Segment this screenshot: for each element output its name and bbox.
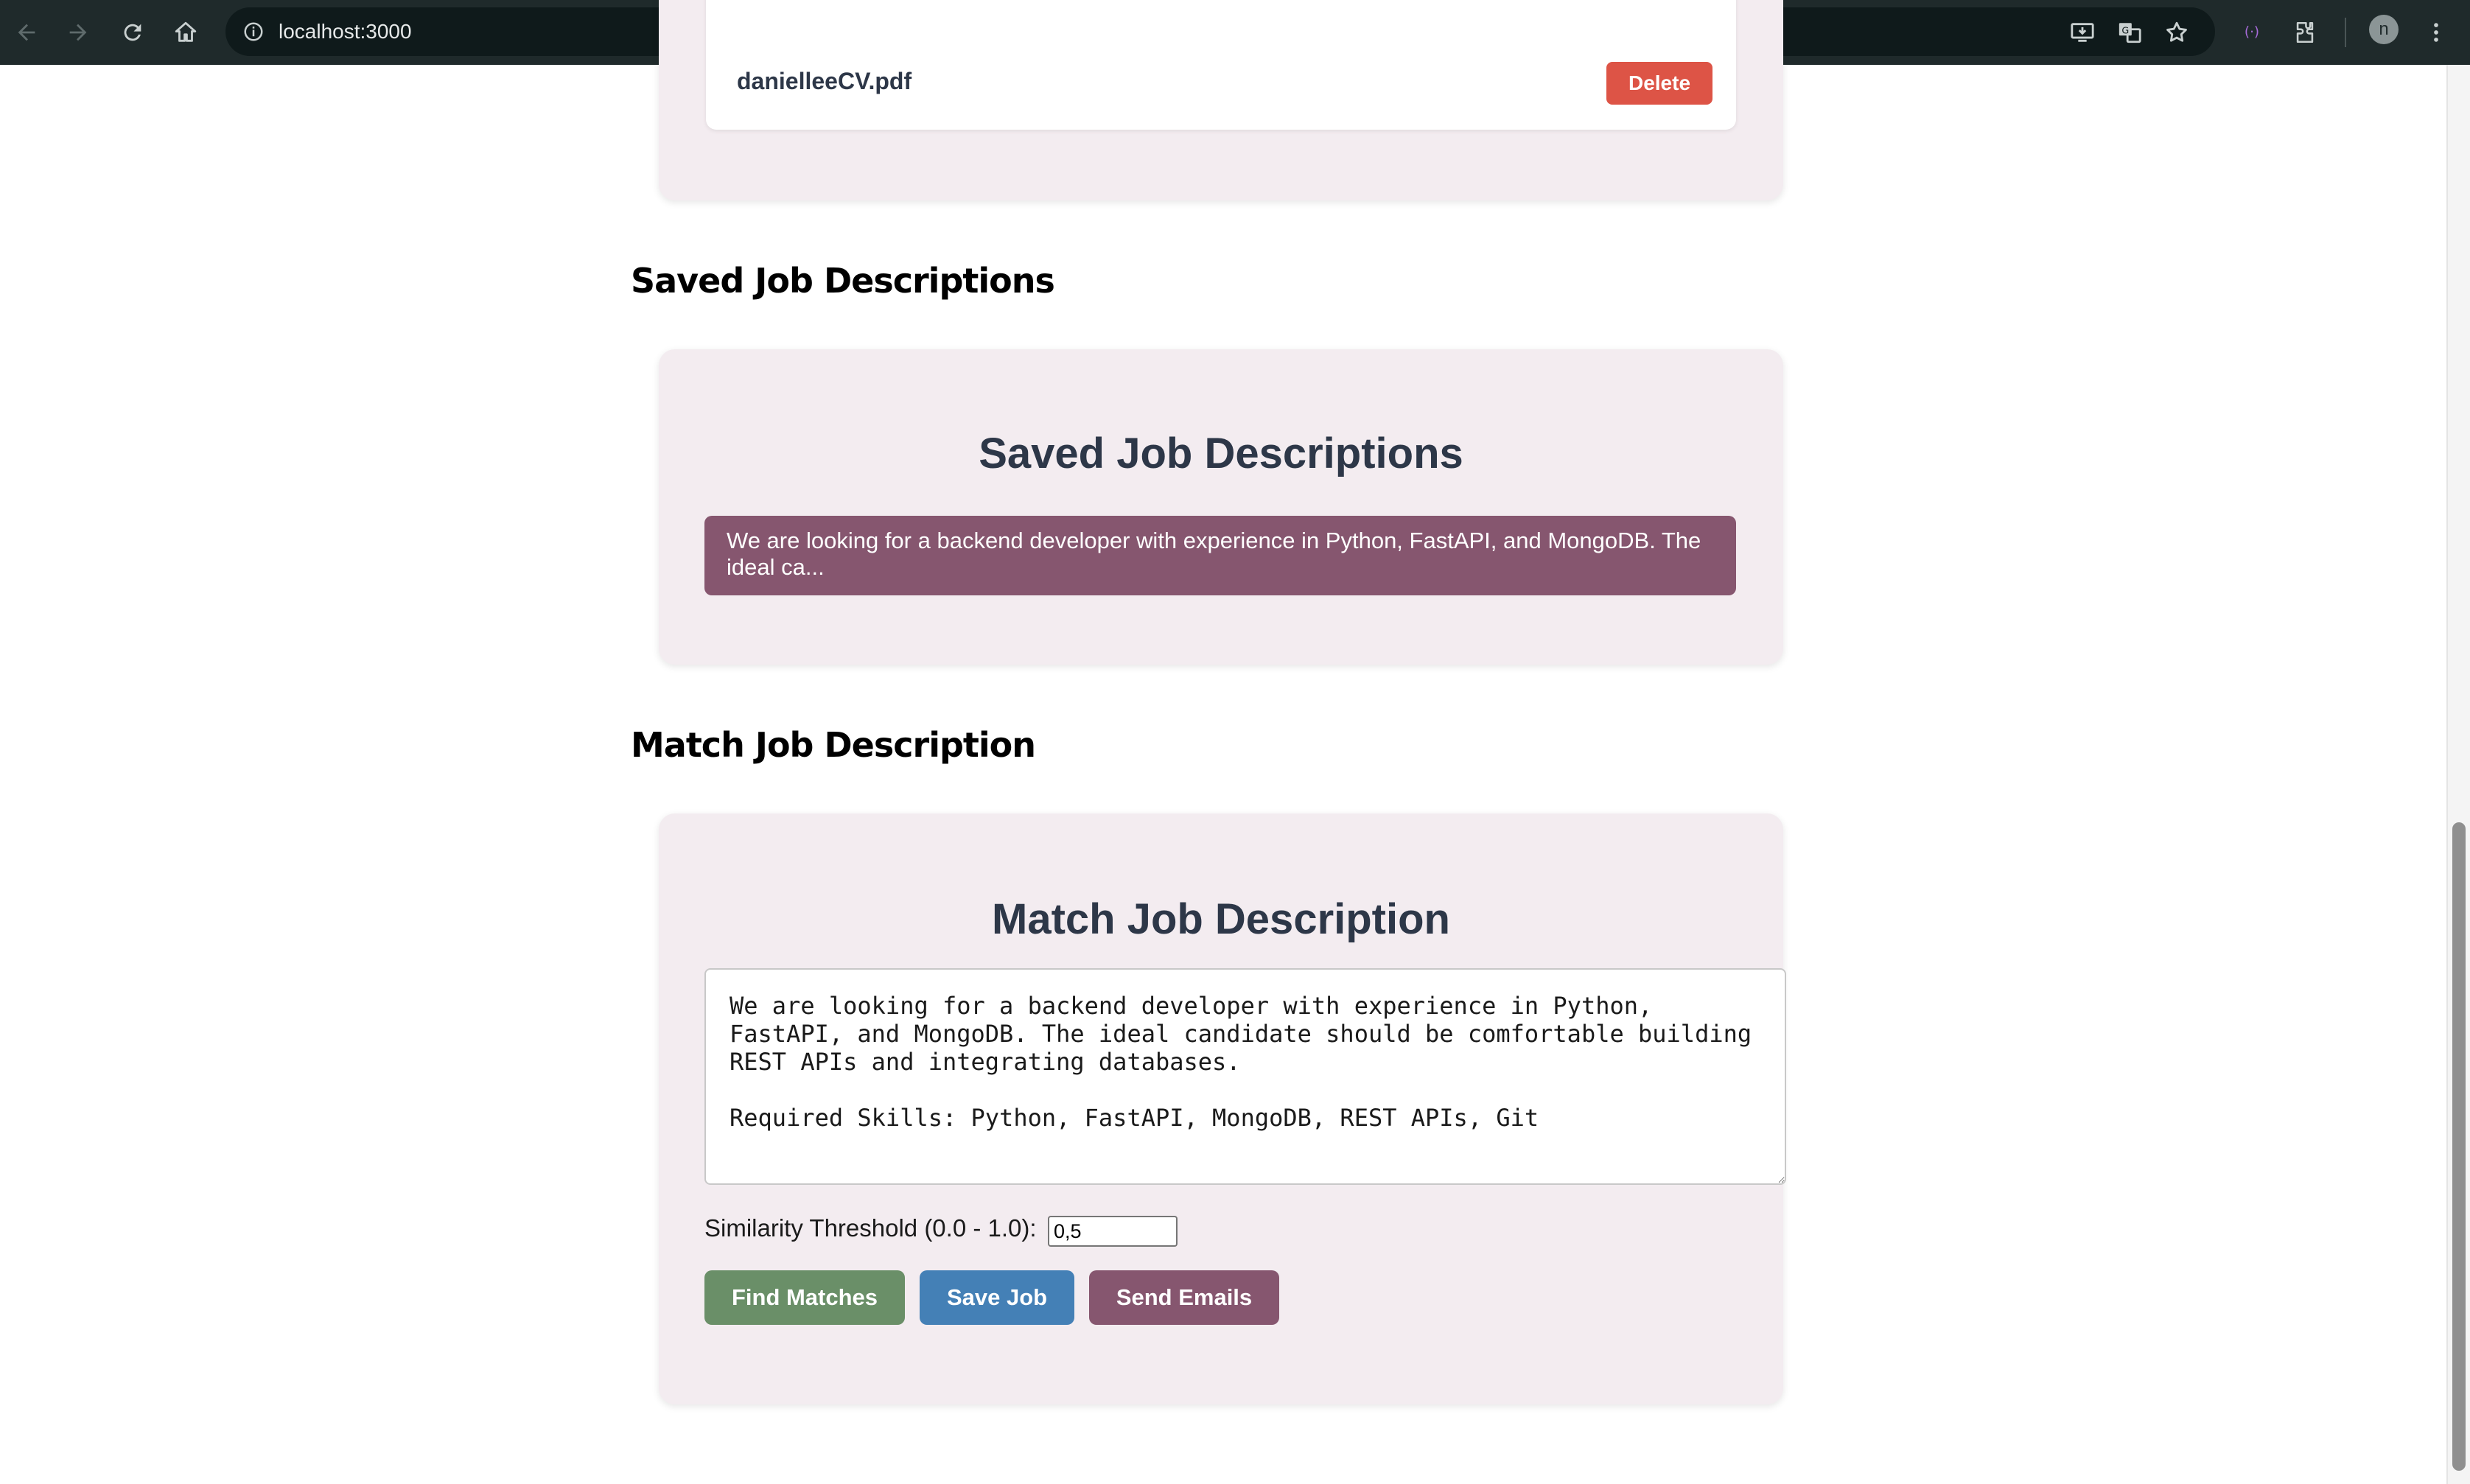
match-section-heading: Match Job Description (631, 725, 1036, 765)
match-card-title: Match Job Description (992, 895, 1450, 943)
site-info-icon[interactable] (237, 15, 270, 48)
url-text[interactable]: localhost:3000 (279, 7, 412, 56)
saved-job-item[interactable]: We are looking for a backend developer w… (704, 516, 1736, 595)
back-icon[interactable] (7, 13, 46, 52)
extension-purple-icon[interactable]: (·) (2233, 13, 2271, 52)
svg-text:G: G (2121, 25, 2129, 36)
similarity-threshold-input[interactable] (1048, 1216, 1178, 1247)
reload-icon[interactable] (113, 13, 152, 52)
saved-jobs-section-heading: Saved Job Descriptions (631, 261, 1055, 301)
find-matches-button[interactable]: Find Matches (704, 1270, 905, 1325)
save-job-button[interactable]: Save Job (920, 1270, 1074, 1325)
send-emails-button[interactable]: Send Emails (1089, 1270, 1279, 1325)
job-description-textarea[interactable]: We are looking for a backend developer w… (704, 968, 1786, 1185)
bookmark-star-icon[interactable] (2162, 18, 2191, 47)
forward-icon[interactable] (59, 13, 97, 52)
svg-text:(·): (·) (2245, 25, 2259, 41)
menu-kebab-icon[interactable] (2417, 13, 2455, 52)
install-app-icon[interactable] (2068, 18, 2097, 47)
saved-jobs-card (659, 349, 1783, 665)
page-scrollbar-thumb[interactable] (2452, 822, 2466, 1471)
similarity-threshold-label: Similarity Threshold (0.0 - 1.0): (704, 1214, 1037, 1242)
delete-cv-button[interactable]: Delete (1606, 62, 1712, 105)
profile-avatar[interactable]: n (2369, 15, 2399, 44)
saved-jobs-card-title: Saved Job Descriptions (979, 430, 1463, 477)
extensions-puzzle-icon[interactable] (2286, 13, 2324, 52)
toolbar-separator (2345, 18, 2346, 47)
cv-file-name: danielleeCV.pdf (737, 68, 912, 94)
home-icon[interactable] (167, 13, 205, 52)
cv-file-row (706, 0, 1736, 130)
translate-icon[interactable]: G (2115, 18, 2144, 47)
